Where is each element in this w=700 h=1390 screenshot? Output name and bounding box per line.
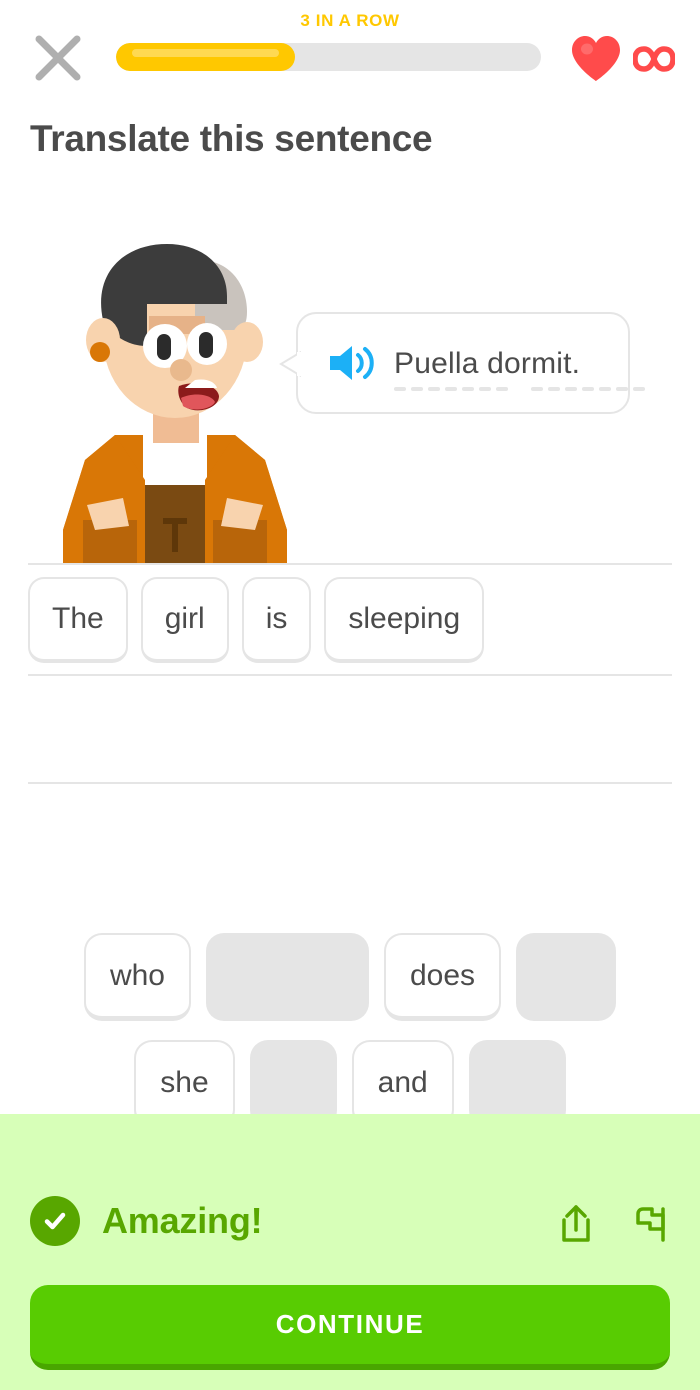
answer-divider-2 — [28, 674, 672, 676]
progress-fill — [116, 43, 295, 71]
answer-divider-1 — [28, 563, 672, 565]
footer-actions — [556, 1202, 672, 1251]
close-icon[interactable] — [32, 32, 84, 84]
speaker-volume-icon[interactable] — [326, 342, 374, 384]
feedback-message: Amazing! — [102, 1200, 263, 1241]
continue-button[interactable]: CONTINUE — [30, 1285, 670, 1370]
lesson-header: 3 IN A ROW — [0, 0, 700, 95]
heart-icon[interactable] — [570, 35, 622, 83]
word-bank-empty-slot — [205, 933, 369, 1021]
infinity-icon — [632, 40, 676, 78]
duolingo-lesson-screen: 3 IN A ROW Translate this sentence Puell… — [0, 0, 700, 1390]
answer-tile[interactable]: The — [28, 577, 128, 663]
feedback-status: Amazing! — [30, 1196, 263, 1246]
flag-icon[interactable] — [632, 1202, 672, 1251]
word-bank-row: who does — [0, 933, 700, 1021]
answer-tile[interactable]: sleeping — [324, 577, 485, 663]
dash-group-2 — [531, 387, 645, 391]
speech-bubble[interactable]: Puella dormit. — [279, 312, 645, 414]
word-bank-tile[interactable]: does — [383, 933, 502, 1021]
word-bank-tile[interactable]: who — [83, 933, 191, 1021]
streak-label: 3 IN A ROW — [300, 11, 400, 30]
character-scene: Puella dormit. — [0, 230, 700, 565]
word-bank-empty-slot — [516, 933, 617, 1021]
answer-tile[interactable]: girl — [140, 577, 229, 663]
check-circle-icon — [30, 1196, 80, 1246]
character-illustration — [55, 230, 295, 570]
word-hint-dashes — [394, 387, 645, 391]
dash-group-1 — [394, 387, 508, 391]
bubble-text-wrap: Puella dormit. — [394, 345, 645, 391]
answer-tile[interactable]: is — [241, 577, 312, 663]
answer-tiles-row: The girl is sleeping — [28, 577, 485, 663]
progress-shine — [132, 49, 279, 57]
share-icon[interactable] — [556, 1202, 596, 1251]
answer-divider-3 — [28, 782, 672, 784]
lesson-progress-bar — [116, 43, 541, 71]
speech-bubble-tail — [279, 350, 303, 378]
page-title: Translate this sentence — [30, 118, 433, 159]
source-sentence: Puella dormit. — [394, 347, 581, 380]
